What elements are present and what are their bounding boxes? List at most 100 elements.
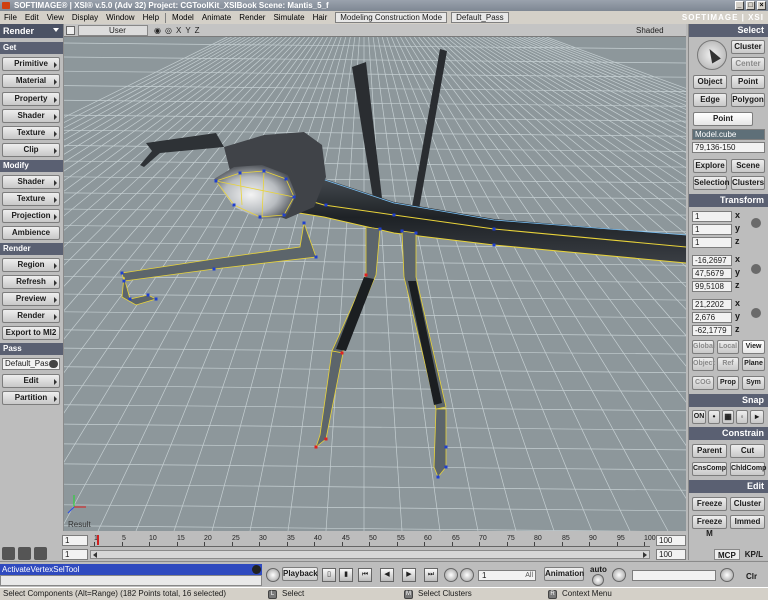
get-shader-button[interactable]: Shader [2, 109, 60, 123]
mesh-vertex[interactable] [392, 213, 396, 217]
start-frame-field[interactable]: 1 [62, 535, 88, 546]
script-icon[interactable] [34, 547, 47, 560]
mesh-vertex[interactable] [292, 195, 296, 199]
menu-display[interactable]: Display [68, 13, 102, 22]
ref-button[interactable]: Ref [717, 357, 739, 371]
immed-button[interactable]: Immed [730, 515, 765, 529]
menu-help[interactable]: Help [139, 13, 163, 22]
mesh-vertex[interactable] [314, 445, 318, 449]
maximize-icon[interactable]: □ [746, 1, 755, 10]
menu-simulate[interactable]: Simulate [269, 13, 308, 22]
object-select-button[interactable]: Object [693, 75, 727, 89]
auto-key-toggle-icon[interactable] [592, 574, 604, 586]
camera-selector[interactable]: User [78, 25, 148, 36]
render-icon[interactable] [18, 547, 31, 560]
get-property-button[interactable]: Property [2, 92, 60, 106]
eye-icon[interactable]: ◉ [154, 26, 161, 35]
pass-dropdown[interactable]: Default_Pass [451, 12, 509, 23]
end-frame-field-2[interactable]: 100 [656, 549, 686, 560]
tab-mcp[interactable]: MCP [714, 549, 740, 560]
clear-key-button[interactable]: Clr [746, 572, 757, 581]
polygon-select-button[interactable]: Polygon [731, 93, 765, 107]
selection-range-field[interactable]: 79,136-150 [692, 142, 765, 153]
viewport-menu-icon[interactable] [66, 26, 75, 35]
playback-frame-field[interactable]: 1 All [478, 570, 536, 581]
command-input[interactable]: ActivateVertexSelTool [0, 564, 262, 575]
mesh-vertex[interactable] [284, 177, 288, 181]
snap-points-icon[interactable]: • [708, 410, 720, 424]
rotation-y-field[interactable]: 47,5679 [692, 268, 732, 279]
parent-button[interactable]: Parent [692, 444, 727, 458]
mesh-vertex[interactable] [302, 221, 306, 225]
view-x-icon[interactable]: X [176, 26, 181, 35]
freeze-m-button[interactable]: Freeze M [692, 515, 727, 538]
mesh-vertex[interactable] [324, 437, 328, 441]
prop-button[interactable]: Prop [717, 376, 739, 390]
keyframe-field[interactable] [632, 570, 716, 581]
chld-comp-button[interactable]: ChldComp [730, 462, 766, 476]
module-switcher[interactable]: Render [0, 24, 63, 38]
translation-x-field[interactable]: 21,2202 [692, 299, 732, 310]
point-select-button[interactable]: Point [731, 75, 765, 89]
translation-y-field[interactable]: 2,676 [692, 312, 732, 323]
object-ref-button[interactable]: Object [692, 357, 715, 371]
scale-y-field[interactable]: 1 [692, 224, 732, 235]
sound-icon[interactable] [460, 568, 474, 582]
playback-options-icon[interactable] [266, 568, 280, 582]
stop-icon[interactable]: ▯ [322, 568, 336, 582]
mesh-vertex[interactable] [258, 215, 262, 219]
scale-tool-icon[interactable] [751, 218, 761, 228]
modify-projection-button[interactable]: Projection [2, 209, 60, 223]
camera-icon[interactable]: ◎ [165, 26, 172, 35]
local-ref-button[interactable]: Local [717, 340, 739, 354]
mesh-vertex[interactable] [214, 179, 218, 183]
cluster-select-button[interactable]: Cluster [731, 40, 765, 54]
mesh-vertex[interactable] [232, 203, 236, 207]
clusters-button[interactable]: Clusters [731, 176, 765, 190]
plane-ref-button[interactable]: Plane [742, 357, 765, 371]
playback-button[interactable]: Playback [282, 567, 318, 581]
animation-button[interactable]: Animation [544, 567, 584, 581]
pass-edit-button[interactable]: Edit [2, 374, 60, 388]
mesh-vertex[interactable] [262, 169, 266, 173]
mesh-vertex[interactable] [154, 297, 158, 301]
mesh-vertex[interactable] [436, 475, 440, 479]
view-ref-button[interactable]: View [742, 340, 765, 354]
play-forward-icon[interactable]: ▶ [402, 568, 416, 582]
end-frame-field[interactable]: 100 [656, 535, 686, 546]
menu-render[interactable]: Render [235, 13, 269, 22]
select-arrow-icon[interactable] [697, 40, 727, 70]
mesh-vertex[interactable] [492, 243, 496, 247]
timeline-scrollbar[interactable] [90, 550, 650, 559]
modify-shader-button[interactable]: Shader [2, 175, 60, 189]
scene-button[interactable]: Scene [731, 159, 765, 173]
explore-button[interactable]: Explore [693, 159, 727, 173]
translation-z-field[interactable]: -62,1779 [692, 325, 732, 336]
mesh-vertex[interactable] [364, 273, 368, 277]
get-primitive-button[interactable]: Primitive [2, 57, 60, 71]
menu-animate[interactable]: Animate [198, 13, 235, 22]
center-select-button[interactable]: Center [731, 57, 765, 71]
set-key-icon[interactable] [720, 568, 734, 582]
render-render-button[interactable]: Render [2, 309, 60, 323]
minimize-icon[interactable]: _ [735, 1, 744, 10]
rotation-x-field[interactable]: -16,2697 [692, 255, 732, 266]
mesh-vertex[interactable] [122, 279, 126, 283]
playhead[interactable] [97, 535, 99, 545]
mesh-vertex[interactable] [314, 255, 318, 259]
mesh-vertex[interactable] [128, 297, 132, 301]
cog-button[interactable]: COG [692, 376, 714, 390]
modify-ambience-button[interactable]: Ambience [2, 226, 60, 240]
mesh-vertex[interactable] [340, 351, 344, 355]
shading-mode-selector[interactable]: Shaded [630, 25, 682, 36]
viewport-canvas[interactable] [64, 37, 686, 531]
view-y-icon[interactable]: Y [185, 26, 190, 35]
freeze-button[interactable]: Freeze [692, 497, 727, 511]
snap-grid-icon[interactable]: ▦ [722, 410, 734, 424]
pass-partition-button[interactable]: Partition [2, 391, 60, 405]
timeline-ruler[interactable]: 1 5 10 15 20 25 30 35 40 45 50 55 60 65 70 75 80 85 90 95 10… [90, 533, 656, 547]
view-z-icon[interactable]: Z [195, 26, 200, 35]
get-clip-button[interactable]: Clip [2, 143, 60, 157]
get-material-button[interactable]: Material [2, 74, 60, 88]
render-refresh-button[interactable]: Refresh [2, 275, 60, 289]
